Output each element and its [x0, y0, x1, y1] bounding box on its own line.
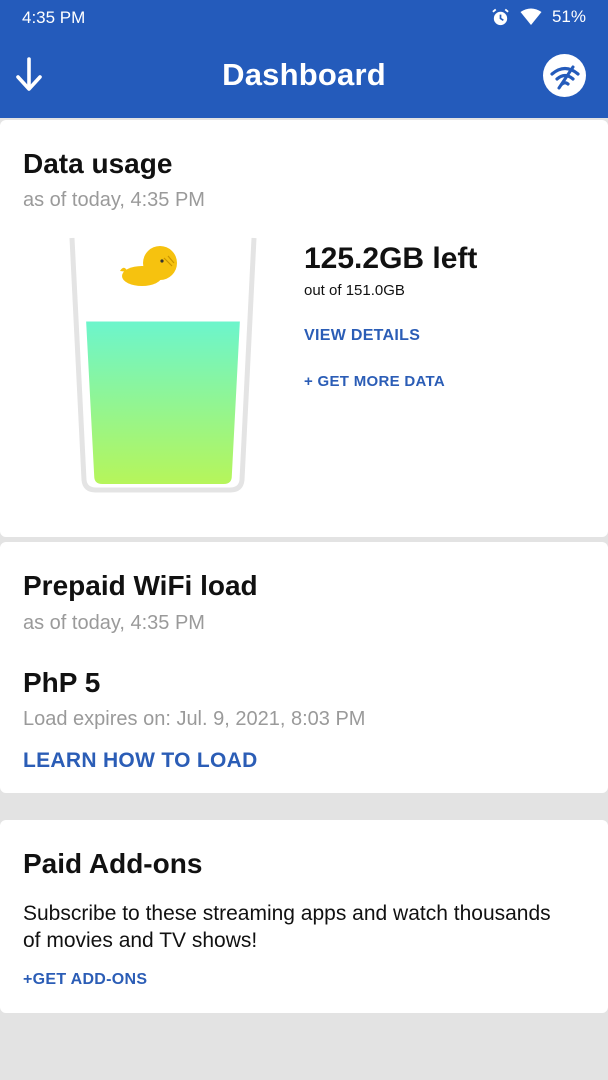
get-more-data-link[interactable]: + GET MORE DATA — [304, 373, 445, 390]
data-glass-graphic — [68, 236, 258, 498]
alarm-icon — [491, 8, 510, 27]
status-icons: 51% — [491, 7, 586, 27]
duck-mascot-icon — [120, 246, 177, 286]
prepaid-timestamp: as of today, 4:35 PM — [23, 612, 205, 634]
status-bar: 4:35 PM 51% — [0, 0, 608, 36]
data-remaining-fill — [86, 321, 240, 484]
learn-how-to-load-link[interactable]: LEARN HOW TO LOAD — [23, 749, 258, 773]
wifi-logo-icon — [549, 65, 580, 89]
load-expiry: Load expires on: Jul. 9, 2021, 8:03 PM — [23, 708, 366, 730]
addons-description: Subscribe to these streaming apps and wa… — [23, 902, 551, 952]
data-total-amount: out of 151.0GB — [304, 282, 405, 299]
data-remaining-amount: 125.2GB left — [304, 242, 478, 275]
app-header: 4:35 PM 51% Dashboard — [0, 0, 608, 118]
addons-title: Paid Add-ons — [23, 848, 203, 879]
wifi-signal-icon — [520, 8, 542, 26]
status-time: 4:35 PM — [22, 8, 86, 27]
get-addons-link[interactable]: +GET ADD-ONS — [23, 971, 147, 989]
load-balance: PhP 5 — [23, 667, 101, 698]
page-title: Dashboard — [222, 57, 386, 92]
data-usage-timestamp: as of today, 4:35 PM — [23, 189, 205, 211]
view-details-link[interactable]: VIEW DETAILS — [304, 327, 420, 345]
wifi-logo-button[interactable] — [543, 54, 586, 97]
battery-level: 51% — [551, 7, 586, 26]
prepaid-title: Prepaid WiFi load — [23, 570, 258, 601]
data-usage-title: Data usage — [23, 148, 173, 179]
